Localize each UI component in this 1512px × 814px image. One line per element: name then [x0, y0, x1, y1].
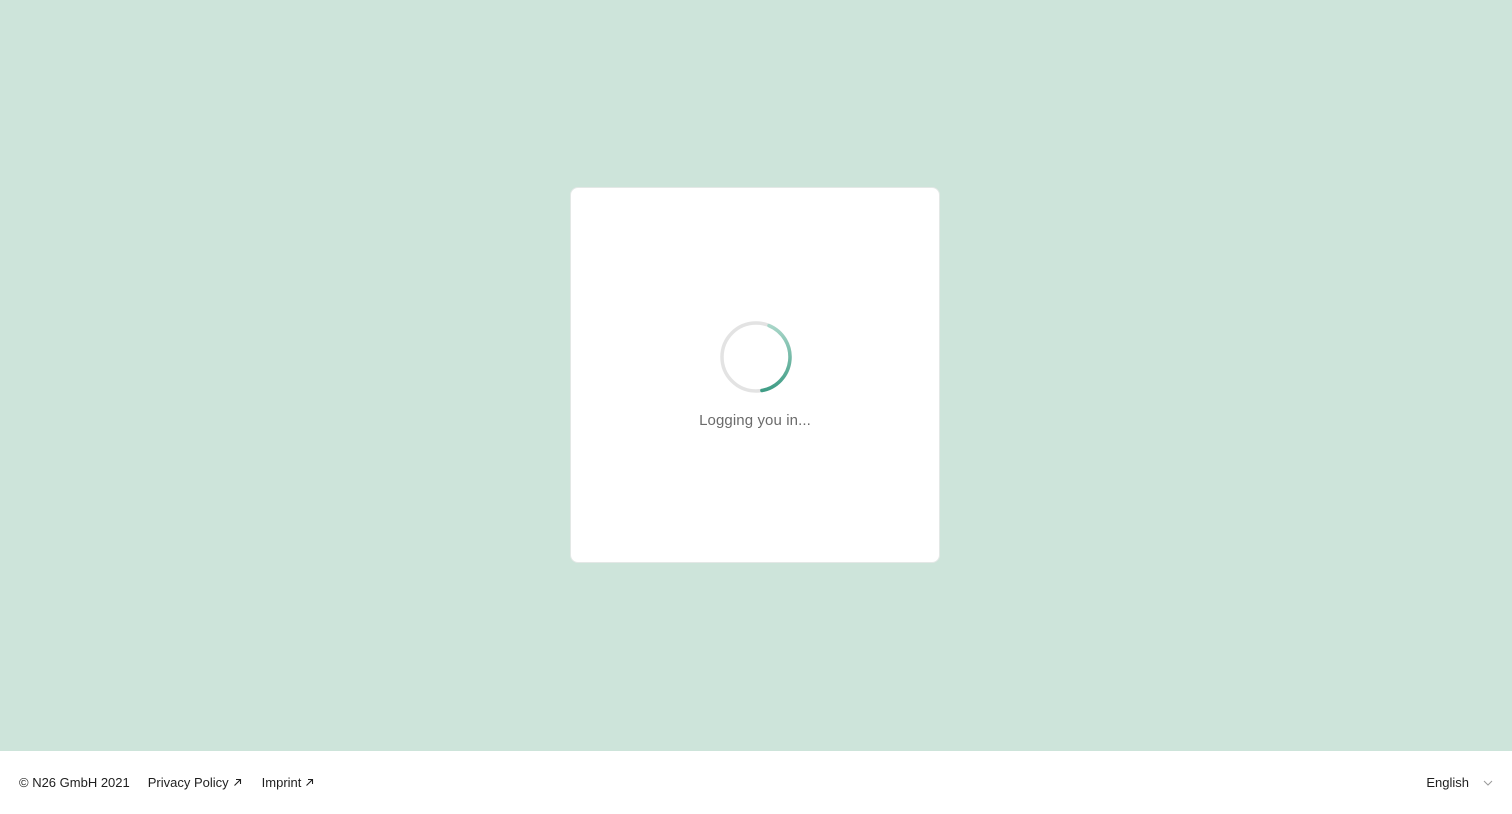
login-background: Logging you in... [0, 0, 1512, 751]
copyright-text: © N26 GmbH 2021 [19, 775, 130, 790]
privacy-policy-label: Privacy Policy [147, 775, 229, 790]
language-selector[interactable]: English [1426, 775, 1493, 790]
loading-message: Logging you in... [699, 412, 811, 429]
footer-left: © N26 GmbH 2021 Privacy Policy Imprint [19, 775, 334, 790]
footer: © N26 GmbH 2021 Privacy Policy Imprint E… [0, 751, 1512, 814]
loading-card: Logging you in... [570, 187, 940, 563]
language-label: English [1426, 775, 1469, 790]
arrow-up-right-icon [233, 778, 241, 786]
privacy-policy-link[interactable]: Privacy Policy [148, 775, 242, 790]
imprint-label: Imprint [261, 775, 302, 790]
arrow-up-right-icon [306, 778, 314, 786]
loading-spinner-icon [720, 321, 792, 393]
imprint-link[interactable]: Imprint [262, 775, 315, 790]
chevron-down-icon [1483, 780, 1493, 786]
